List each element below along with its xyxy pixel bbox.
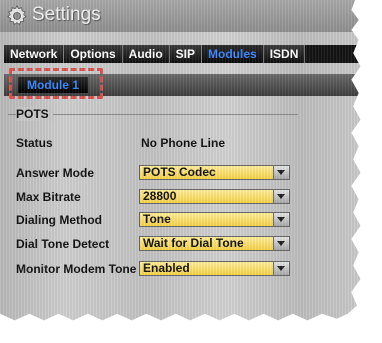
chevron-down-icon[interactable] (273, 237, 289, 250)
tab-isdn[interactable]: ISDN (263, 45, 306, 63)
monitor-modem-tone-select[interactable]: Enabled (139, 261, 290, 276)
pots-group-title: POTS (16, 107, 53, 121)
chevron-down-icon[interactable] (273, 166, 289, 179)
dial-tone-detect-label: Dial Tone Detect (16, 237, 110, 251)
chevron-down-icon[interactable] (273, 190, 289, 203)
window-title: Settings (32, 4, 101, 25)
monitor-modem-tone-value: Enabled (143, 261, 190, 275)
settings-window: Settings Network Options Audio SIP Modul… (0, 0, 361, 321)
tab-options[interactable]: Options (64, 45, 123, 63)
chevron-down-icon[interactable] (273, 262, 289, 275)
title-bar: Settings (0, 0, 361, 32)
dialing-method-value: Tone (143, 212, 171, 226)
dialing-method-label: Dialing Method (16, 213, 102, 227)
tab-module-1[interactable]: Module 1 (18, 77, 89, 93)
status-value: No Phone Line (141, 136, 225, 150)
gear-icon (7, 5, 27, 25)
tab-network[interactable]: Network (4, 45, 65, 63)
answer-mode-value: POTS Codec (143, 165, 216, 179)
dialing-method-select[interactable]: Tone (139, 212, 290, 227)
tab-modules[interactable]: Modules (202, 45, 264, 63)
max-bitrate-label: Max Bitrate (16, 190, 81, 204)
chevron-down-icon[interactable] (273, 213, 289, 226)
monitor-modem-tone-label: Monitor Modem Tone (16, 262, 137, 276)
dial-tone-detect-value: Wait for Dial Tone (143, 236, 244, 250)
tab-audio[interactable]: Audio (122, 45, 170, 63)
module-tab-highlight (9, 68, 103, 99)
module-tab-bar: Module 1 (4, 74, 361, 96)
answer-mode-select[interactable]: POTS Codec (139, 165, 290, 180)
status-label: Status (16, 136, 53, 150)
main-tab-bar: Network Options Audio SIP Modules ISDN (4, 45, 361, 63)
tab-sip[interactable]: SIP (169, 45, 203, 63)
max-bitrate-select[interactable]: 28800 (139, 189, 290, 204)
dial-tone-detect-select[interactable]: Wait for Dial Tone (139, 236, 290, 251)
pots-group-divider (8, 114, 298, 117)
max-bitrate-value: 28800 (143, 189, 177, 203)
answer-mode-label: Answer Mode (16, 166, 95, 180)
